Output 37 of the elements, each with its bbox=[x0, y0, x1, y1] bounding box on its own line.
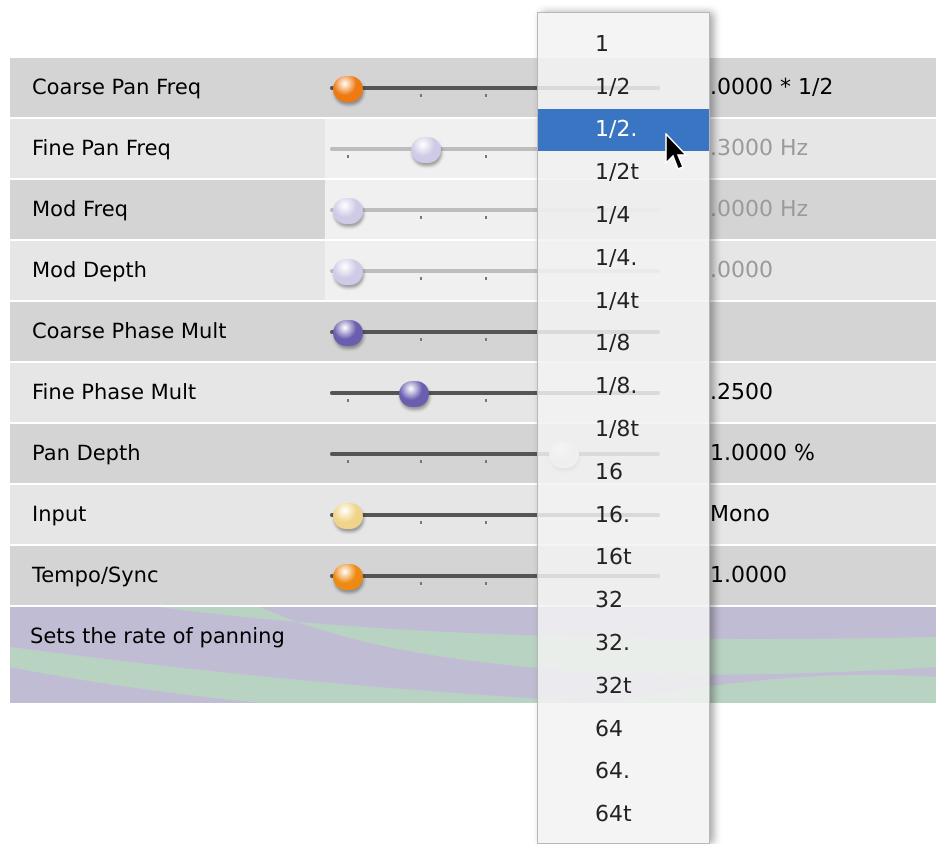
menu-item[interactable]: 1 bbox=[538, 23, 709, 66]
parameter-label: Fine Pan Freq bbox=[31, 134, 172, 162]
menu-item[interactable]: 32t bbox=[538, 664, 709, 708]
menu-item[interactable]: 16t bbox=[538, 536, 709, 580]
parameter-value: .3000 Hz bbox=[710, 135, 808, 163]
description-text: Sets the rate of panning bbox=[30, 623, 285, 650]
menu-item[interactable]: 64 bbox=[538, 708, 709, 751]
menu-item[interactable]: 1/2 bbox=[538, 66, 709, 109]
parameter-label: Coarse Phase Mult bbox=[31, 318, 228, 345]
parameter-value: Mono bbox=[710, 501, 770, 529]
parameter-value: 1.0000 % bbox=[710, 440, 815, 468]
menu-item[interactable]: 1/4t bbox=[538, 280, 709, 323]
parameter-label: Input bbox=[31, 500, 88, 528]
parameter-label: Pan Depth bbox=[31, 440, 142, 467]
menu-item[interactable]: 64t bbox=[538, 793, 709, 836]
parameter-label: Mod Depth bbox=[31, 256, 148, 284]
parameter-label: Tempo/Sync bbox=[31, 562, 160, 589]
parameter-value: .0000 * 1/2 bbox=[710, 74, 834, 102]
menu-item[interactable]: 32. bbox=[538, 622, 709, 665]
parameter-value: .0000 bbox=[710, 257, 773, 285]
menu-item[interactable]: 32 bbox=[538, 579, 709, 622]
menu-item[interactable]: 1/4 bbox=[538, 194, 709, 237]
menu-item[interactable]: 1/8t bbox=[538, 408, 709, 451]
menu-item[interactable]: 1/8. bbox=[538, 365, 709, 408]
menu-item[interactable]: 16 bbox=[538, 450, 709, 494]
parameter-label: Fine Phase Mult bbox=[31, 378, 198, 406]
menu-item[interactable]: 1/4. bbox=[538, 236, 709, 280]
parameter-value: 1.0000 bbox=[710, 562, 787, 590]
parameter-value: .0000 Hz bbox=[710, 196, 808, 224]
menu-item[interactable]: 1/2t bbox=[538, 151, 709, 194]
parameter-label: Mod Freq bbox=[31, 196, 129, 223]
menu-item[interactable]: 1/2. bbox=[538, 108, 709, 152]
menu-item[interactable]: 1/8 bbox=[538, 322, 709, 366]
menu-item[interactable]: 64. bbox=[538, 750, 709, 794]
menu-item[interactable]: 16. bbox=[538, 494, 709, 537]
parameter-value: .2500 bbox=[710, 379, 773, 407]
parameter-label: Coarse Pan Freq bbox=[31, 74, 202, 101]
